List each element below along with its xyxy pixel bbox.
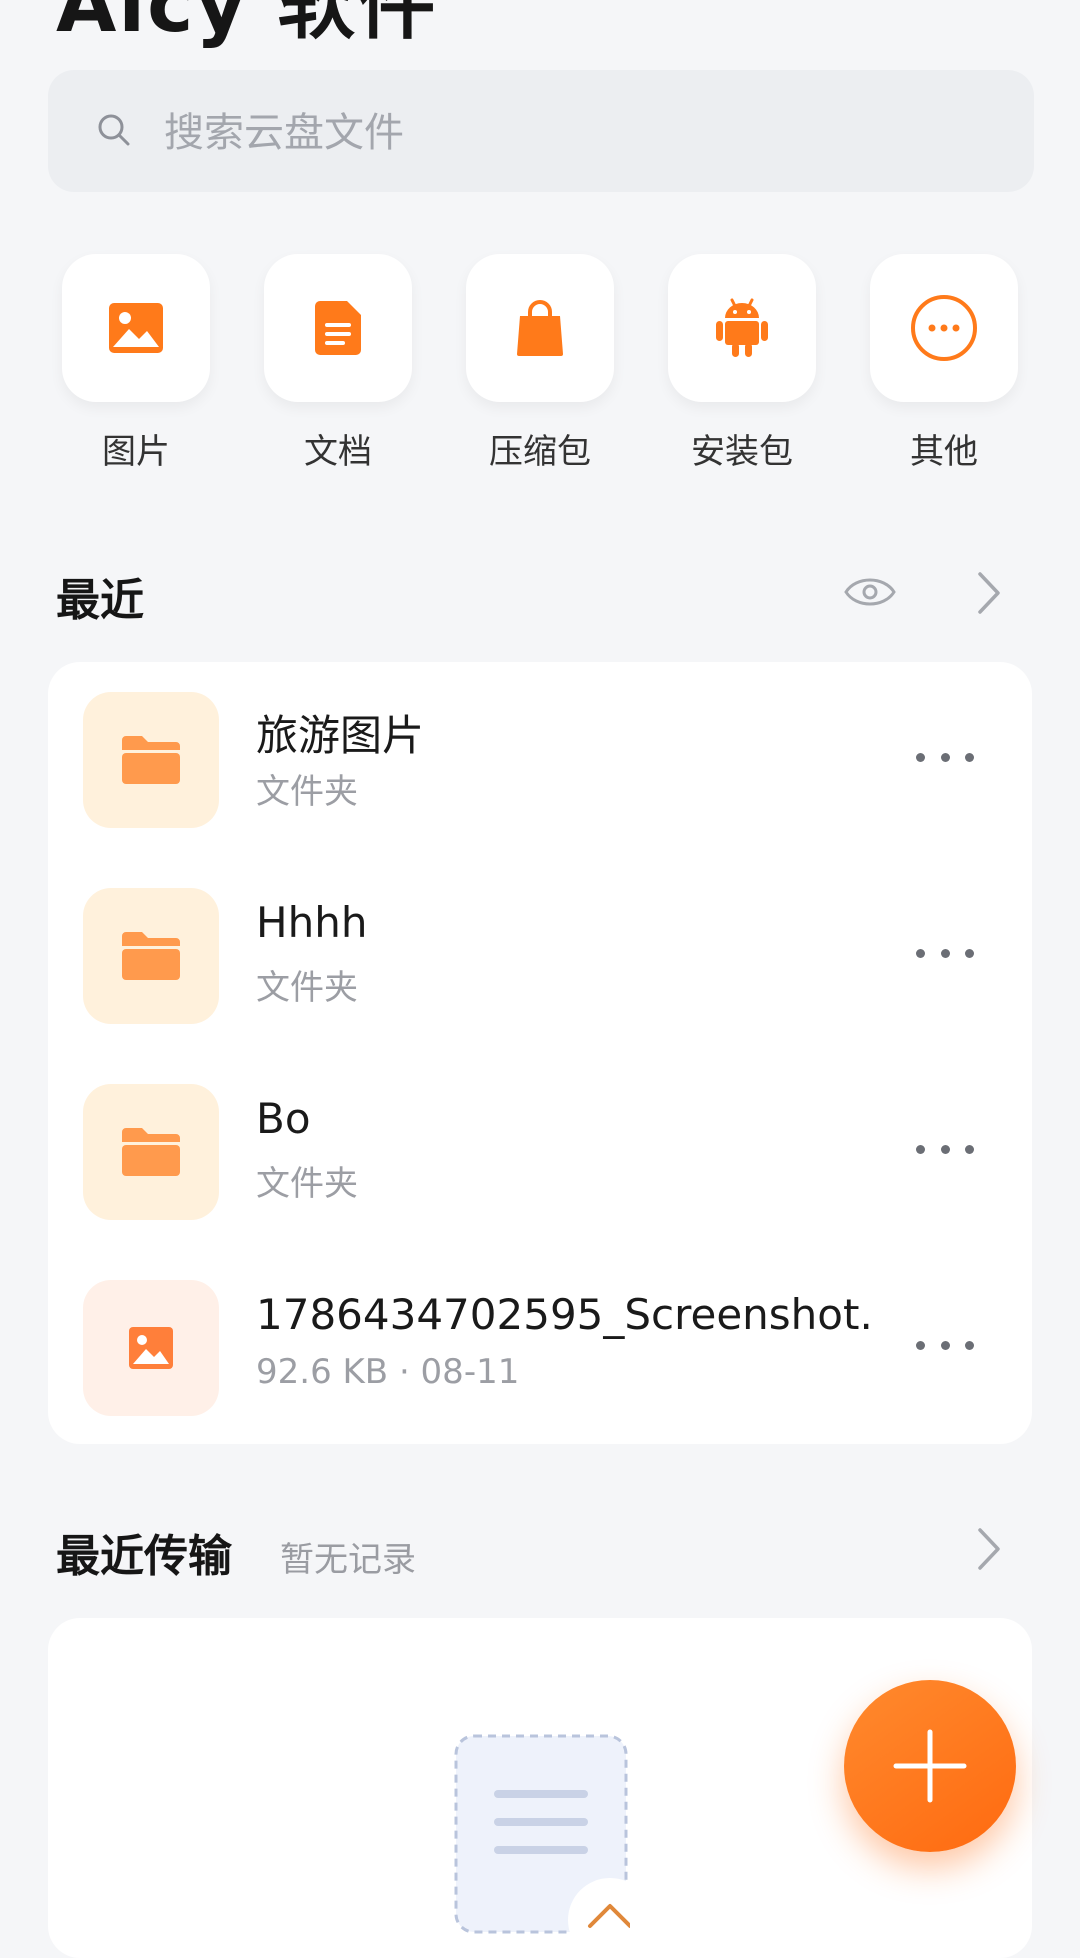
shopping-bag-icon [517, 300, 563, 356]
category-label: 文档 [304, 432, 372, 472]
app-title: Aicy 软件 [56, 0, 438, 50]
file-meta: 92.6 KB · 08-11 [256, 1352, 520, 1392]
file-thumbnail [83, 692, 219, 828]
category-label: 安装包 [691, 432, 793, 472]
file-name: 旅游图片 [256, 711, 425, 760]
category-packages-tile[interactable] [668, 254, 816, 402]
chevron-right-icon[interactable] [974, 1526, 1004, 1572]
file-meta: 文件夹 [256, 968, 358, 1008]
list-item[interactable]: Hhhh 文件夹 [48, 858, 1032, 1054]
category-label: 图片 [102, 432, 170, 472]
add-button[interactable] [844, 1680, 1016, 1852]
eye-icon[interactable] [844, 570, 896, 614]
folder-icon [122, 736, 180, 784]
document-icon [315, 301, 361, 355]
empty-upload-illustration-icon [454, 1734, 630, 1934]
list-item[interactable]: 旅游图片 文件夹 [48, 662, 1032, 858]
image-icon [129, 1327, 173, 1369]
file-meta: 文件夹 [256, 1164, 358, 1204]
more-options-button[interactable] [916, 1338, 974, 1352]
search-input[interactable]: 搜索云盘文件 [164, 100, 404, 158]
file-thumbnail [83, 888, 219, 1024]
transfers-section-title: 最近传输 [56, 1531, 232, 1582]
category-packages[interactable]: 安装包 [668, 254, 816, 473]
file-meta: 文件夹 [256, 772, 358, 812]
file-name: 1786434702595_Screenshot... [256, 1290, 876, 1339]
recent-files-card: 旅游图片 文件夹 Hhhh 文件夹 Bo 文件夹 1786434702595_S… [48, 662, 1032, 1444]
list-item[interactable]: Bo 文件夹 [48, 1054, 1032, 1250]
android-icon [716, 298, 768, 357]
file-name: Bo [256, 1094, 311, 1143]
category-label: 压缩包 [489, 432, 591, 472]
category-archives-tile[interactable] [466, 254, 614, 402]
image-icon [109, 303, 163, 353]
more-options-button[interactable] [916, 750, 974, 764]
category-archives[interactable]: 压缩包 [466, 254, 614, 473]
recent-section-title: 最近 [56, 575, 144, 626]
category-documents[interactable]: 文档 [264, 254, 412, 473]
category-others[interactable]: 其他 [870, 254, 1018, 473]
more-options-button[interactable] [916, 1142, 974, 1156]
list-item[interactable]: 1786434702595_Screenshot... 92.6 KB · 08… [48, 1250, 1032, 1446]
file-thumbnail [83, 1084, 219, 1220]
category-images-tile[interactable] [62, 254, 210, 402]
category-documents-tile[interactable] [264, 254, 412, 402]
category-images[interactable]: 图片 [62, 254, 210, 473]
file-name: Hhhh [256, 898, 368, 947]
search-icon [98, 114, 130, 146]
file-thumbnail [83, 1280, 219, 1416]
category-label: 其他 [910, 432, 978, 472]
folder-icon [122, 932, 180, 980]
plus-icon [893, 1729, 967, 1803]
chevron-right-icon[interactable] [974, 570, 1004, 616]
more-options-button[interactable] [916, 946, 974, 960]
folder-icon [122, 1128, 180, 1176]
category-others-tile[interactable] [870, 254, 1018, 402]
transfers-empty-label: 暂无记录 [280, 1540, 416, 1580]
more-circle-icon [911, 295, 977, 361]
